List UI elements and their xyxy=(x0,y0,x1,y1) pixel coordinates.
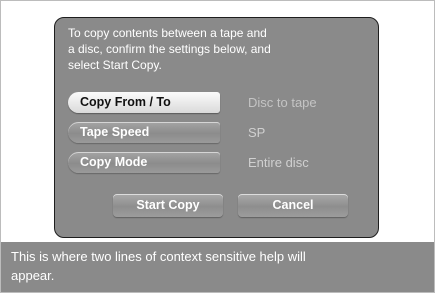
help-line-2: appear. xyxy=(11,268,55,283)
start-copy-button[interactable]: Start Copy xyxy=(113,194,223,217)
copy-dialog: To copy contents between a tape and a di… xyxy=(54,17,379,238)
tape-speed-label: Tape Speed xyxy=(80,125,150,139)
help-bar: This is where two lines of context sensi… xyxy=(1,242,434,292)
copy-mode-label: Copy Mode xyxy=(80,155,148,169)
copy-from-to-value: Disc to tape xyxy=(248,95,317,110)
tape-speed-value: SP xyxy=(248,125,266,140)
instructions-text: To copy contents between a tape and a di… xyxy=(68,25,368,73)
copy-from-to-label: Copy From / To xyxy=(80,95,171,109)
instructions-line-2: a disc, confirm the settings below, and xyxy=(68,42,271,56)
cancel-button[interactable]: Cancel xyxy=(238,194,348,217)
help-text: This is where two lines of context sensi… xyxy=(11,247,426,285)
tape-speed-button[interactable]: Tape Speed xyxy=(68,122,220,143)
copy-from-to-button[interactable]: Copy From / To xyxy=(68,92,220,113)
copy-mode-value: Entire disc xyxy=(248,155,309,170)
instructions-line-1: To copy contents between a tape and xyxy=(68,26,267,40)
instructions-line-3: select Start Copy. xyxy=(68,58,162,72)
copy-mode-button[interactable]: Copy Mode xyxy=(68,152,220,173)
help-line-1: This is where two lines of context sensi… xyxy=(11,249,306,264)
